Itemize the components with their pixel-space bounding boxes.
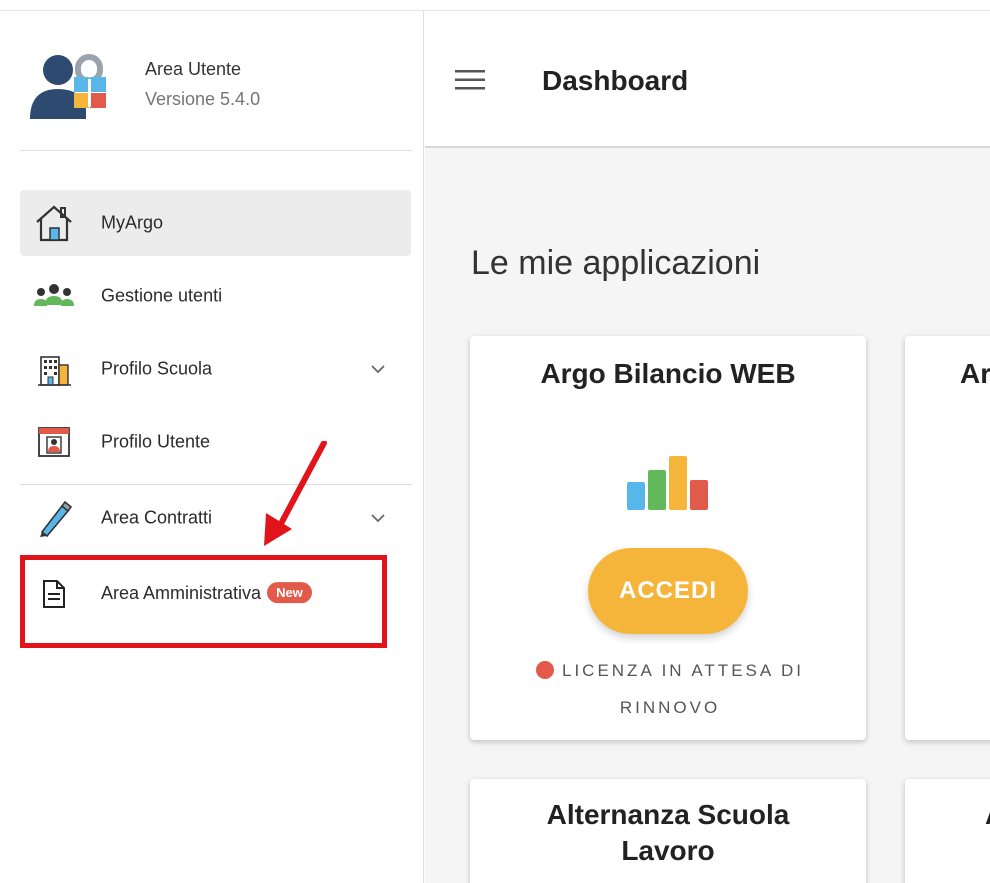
- card-title-line2: Lavoro: [621, 835, 715, 866]
- sidebar-item-label: Gestione utenti: [101, 285, 223, 306]
- card-title: Ar: [960, 358, 990, 389]
- divider: [20, 150, 412, 151]
- sidebar-item-gestione-utenti[interactable]: Gestione utenti: [20, 263, 411, 329]
- sidebar-item-label: Area Contratti: [101, 507, 213, 528]
- top-app-bar: Dashboard: [425, 11, 990, 148]
- app-card-argo-bilancio-web: Argo Bilancio WEB ACCEDI LICENZA IN ATTE…: [470, 336, 866, 740]
- hamburger-menu-icon[interactable]: [455, 69, 485, 91]
- brand-version: Versione 5.4.0: [145, 89, 261, 109]
- red-arrow-icon: [264, 441, 327, 546]
- card-title: Alternanza Scuola Lavoro: [470, 797, 866, 869]
- bar-chart-app-icon: [627, 456, 708, 510]
- card-title: Argo Bilancio WEB: [540, 358, 796, 389]
- sidebar-item-area-contratti[interactable]: Area Contratti: [20, 485, 411, 551]
- sidebar-item-myargo[interactable]: MyArgo: [20, 190, 411, 256]
- card-title: A: [985, 797, 990, 833]
- chevron-down-icon[interactable]: [369, 509, 387, 527]
- sidebar: Area Utente Versione 5.4.0 MyArgo Gestio…: [0, 11, 424, 883]
- brand-title: Area Utente: [145, 59, 242, 79]
- license-status: LICENZA IN ATTESA DI RINNOVO: [510, 652, 830, 726]
- school-building-icon: [32, 347, 76, 391]
- accedi-button[interactable]: ACCEDI: [588, 548, 748, 634]
- license-status-line1: LICENZA IN ATTESA DI: [561, 661, 804, 680]
- brand-header: Area Utente Versione 5.4.0: [0, 11, 424, 151]
- license-status-line2: RINNOVO: [619, 698, 721, 717]
- sidebar-item-profilo-scuola[interactable]: Profilo Scuola: [20, 336, 411, 402]
- status-dot-icon: [535, 661, 554, 679]
- sidebar-item-label: MyArgo: [101, 212, 164, 233]
- users-icon: [32, 274, 76, 318]
- section-title: Le mie applicazioni: [471, 244, 761, 282]
- user-profile-card-icon: [32, 420, 76, 464]
- area-utente-logo-icon: [30, 54, 106, 119]
- app-card-alternanza-scuola-lavoro: Alternanza Scuola Lavoro: [470, 779, 866, 883]
- app-card-partial: A: [905, 779, 990, 883]
- highlight-box: [20, 555, 387, 648]
- main-content: Dashboard Le mie applicazioni Argo Bilan…: [425, 11, 990, 883]
- card-title-line1: Alternanza Scuola: [546, 799, 790, 830]
- app-card-partial: Ar: [905, 336, 990, 740]
- sidebar-item-profilo-utente[interactable]: Profilo Utente: [20, 409, 411, 475]
- sidebar-item-label: Profilo Scuola: [101, 358, 213, 379]
- sidebar-item-label: Profilo Utente: [101, 431, 211, 452]
- page-title: Dashboard: [542, 65, 689, 96]
- home-icon: [32, 201, 76, 245]
- pen-icon: [32, 496, 76, 540]
- chevron-down-icon[interactable]: [369, 360, 387, 378]
